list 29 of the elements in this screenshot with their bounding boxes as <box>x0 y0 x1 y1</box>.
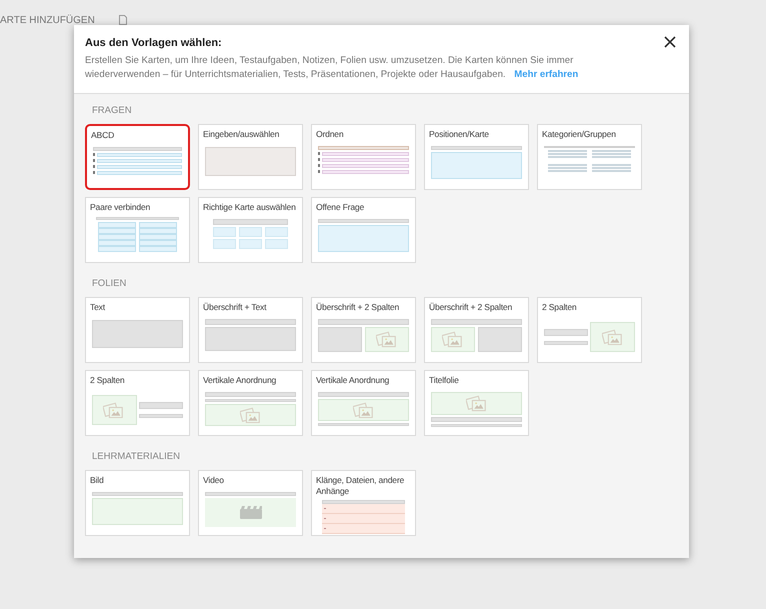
template-card[interactable]: ABCD <box>85 124 190 190</box>
template-card[interactable]: Kategorien/Gruppen <box>537 124 642 190</box>
toolbar-label[interactable]: ARTE HINZUFÜGEN <box>0 12 95 28</box>
template-card[interactable]: Ordnen <box>311 124 416 190</box>
template-card[interactable]: Überschrift + Text <box>198 297 303 363</box>
dialog-title: Aus den Vorlagen wählen: <box>85 36 223 51</box>
section-heading: FOLIEN <box>91 276 128 291</box>
close-icon <box>664 36 676 48</box>
template-card[interactable]: Überschrift + 2 Spalten <box>311 297 416 363</box>
template-card[interactable]: Vertikale Anordnung <box>198 370 303 436</box>
section-heading: FRAGEN <box>91 104 133 118</box>
template-card[interactable]: Vertikale Anordnung <box>311 370 416 436</box>
dialog-description: Erstellen Sie Karten, um Ihre Ideen, Testaufgaben, Notizen, Folien usw. umzusetzen. Die Karten können Sie immer wiederverwenden – für Unterrichtsmaterialien, Tests, Präsentationen, Projekte oder Hausaufgaben. Mehr erfahren <box>85 54 580 82</box>
close-button[interactable] <box>663 35 677 49</box>
document-icon <box>118 15 127 25</box>
template-card[interactable]: Richtige Karte auswählen <box>198 196 303 263</box>
template-card[interactable]: Bild <box>85 470 190 536</box>
section-heading: LEHRMATERIALIEN <box>91 450 181 464</box>
template-card[interactable]: Text <box>85 297 190 363</box>
template-card[interactable]: Video <box>198 470 303 536</box>
template-card[interactable]: 2 Spalten <box>85 370 190 436</box>
template-card[interactable]: 2 Spalten <box>537 297 642 363</box>
template-card[interactable]: Titelfolie <box>424 370 529 436</box>
template-card[interactable]: Klänge, Dateien, andere Anhänge <box>311 470 416 536</box>
template-card[interactable]: Überschrift + 2 Spalten <box>424 297 529 363</box>
template-card[interactable]: Positionen/Karte <box>424 124 529 190</box>
template-card[interactable]: Paare verbinden <box>85 196 190 263</box>
template-card[interactable]: Eingeben/auswählen <box>198 124 303 190</box>
template-card[interactable]: Offene Frage <box>311 196 416 263</box>
